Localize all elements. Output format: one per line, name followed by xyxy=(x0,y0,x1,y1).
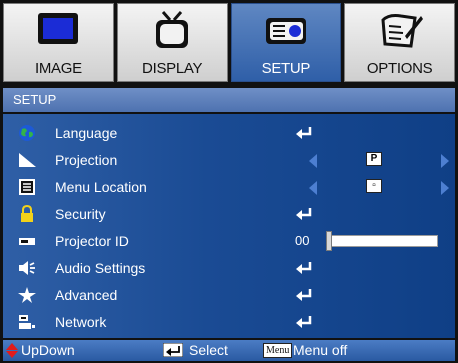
tab-label: OPTIONS xyxy=(366,60,433,77)
section-title: SETUP xyxy=(3,88,455,112)
globe-icon xyxy=(19,125,35,141)
select-hint: Select xyxy=(189,342,228,358)
menu-item-label: Projector ID xyxy=(55,233,129,249)
network-icon xyxy=(19,315,35,329)
previous-value-arrow[interactable] xyxy=(309,181,317,195)
projector-osd: IMAGE DISPLAY SETUP OPTIONS SETUP Langua… xyxy=(0,0,458,363)
menu-location-icon xyxy=(19,179,35,195)
projector-id-icon xyxy=(19,238,35,245)
menu-item-network[interactable]: Network xyxy=(3,309,455,336)
menu-item-audio-settings[interactable]: Audio Settings xyxy=(3,255,455,282)
tab-display[interactable]: DISPLAY xyxy=(116,3,228,82)
lock-icon xyxy=(21,205,33,222)
previous-value-arrow[interactable] xyxy=(309,154,317,168)
enter-icon xyxy=(296,262,312,274)
menu-item-security[interactable]: Security xyxy=(3,201,455,228)
menu-item-label: Network xyxy=(55,314,107,330)
menu-item-label: Advanced xyxy=(55,287,118,303)
menu-key-label: Menu xyxy=(263,343,293,358)
projector-id-slider[interactable] xyxy=(326,235,438,247)
tab-label: IMAGE xyxy=(34,60,82,77)
menu-item-advanced[interactable]: Advanced xyxy=(3,282,455,309)
projection-mode-value: P xyxy=(366,152,382,166)
menu-location-value: ▫ xyxy=(366,179,382,193)
main-tabs: IMAGE DISPLAY SETUP OPTIONS xyxy=(3,3,455,82)
menu-item-label: Language xyxy=(55,125,118,141)
menu-item-label: Menu Location xyxy=(55,179,147,195)
setup-menu-list: Language Projection P Menu Location ▫ Se… xyxy=(3,114,455,338)
projection-icon xyxy=(19,153,36,167)
menu-item-label: Projection xyxy=(55,152,118,168)
next-value-arrow[interactable] xyxy=(441,181,449,195)
slider-knob[interactable] xyxy=(326,231,332,251)
monitor-icon xyxy=(38,13,79,44)
footer-hints: UpDown Select Menu Menu off xyxy=(3,340,455,361)
tab-image[interactable]: IMAGE xyxy=(3,3,114,82)
next-value-arrow[interactable] xyxy=(441,154,449,168)
tab-options[interactable]: OPTIONS xyxy=(344,3,455,82)
projector-icon xyxy=(265,18,306,44)
menu-item-menu-location[interactable]: Menu Location ▫ xyxy=(3,174,455,201)
tab-label: SETUP xyxy=(261,60,311,77)
tab-label: DISPLAY xyxy=(142,60,203,77)
projector-id-value: 00 xyxy=(295,233,310,248)
enter-icon xyxy=(296,289,312,301)
checklist-pen-icon xyxy=(381,14,423,48)
menu-item-label: Audio Settings xyxy=(55,260,146,276)
enter-icon xyxy=(296,316,312,328)
menu-item-projection[interactable]: Projection P xyxy=(3,147,455,174)
updown-hint: UpDown xyxy=(21,342,75,358)
updown-arrows-icon xyxy=(6,343,18,358)
menu-item-label: Security xyxy=(55,206,106,222)
menu-item-language[interactable]: Language xyxy=(3,120,455,147)
menu-off-hint: Menu off xyxy=(293,342,348,358)
star-icon xyxy=(18,287,36,303)
tab-setup[interactable]: SETUP xyxy=(230,3,342,82)
enter-icon xyxy=(296,208,312,220)
enter-key-icon xyxy=(163,343,183,357)
menu-item-projector-id[interactable]: Projector ID 00 xyxy=(3,228,455,255)
speaker-icon xyxy=(19,261,35,275)
enter-icon xyxy=(296,127,312,139)
tv-icon xyxy=(156,11,189,48)
